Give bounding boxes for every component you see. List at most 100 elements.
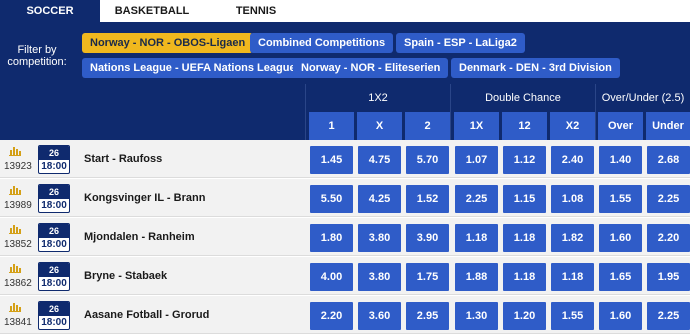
match-row: 13841 26 May 18:00 Aasane Fotball - Grorud 2… <box>0 296 690 334</box>
match-name[interactable]: Bryne - Stabaek <box>84 257 167 295</box>
odd-under-button[interactable]: 2.25 <box>647 185 690 213</box>
match-date: 26 May 18:00 <box>38 301 70 330</box>
odd-x-button[interactable]: 4.75 <box>358 146 401 174</box>
match-id: 13923 <box>4 161 32 172</box>
odd-under-button[interactable]: 2.20 <box>647 224 690 252</box>
odd-1x-button[interactable]: 1.07 <box>455 146 498 174</box>
odd-2-button[interactable]: 5.70 <box>406 146 449 174</box>
match-day: 26 May <box>39 263 69 289</box>
match-date: 26 May 18:00 <box>38 262 70 291</box>
filter-chip-obos-ligaen[interactable]: Norway - NOR - OBOS-Ligaen <box>82 33 254 53</box>
group-double-chance: Double Chance <box>485 92 561 104</box>
bar-chart-icon[interactable] <box>9 185 21 195</box>
odd-12-button[interactable]: 1.18 <box>503 263 546 291</box>
odd-1-button[interactable]: 1.80 <box>310 224 353 252</box>
odd-1x-button[interactable]: 1.30 <box>455 302 498 330</box>
filter-chip-denmark-3rd-division[interactable]: Denmark - DEN - 3rd Division <box>451 58 620 78</box>
filter-chip-combined-competitions[interactable]: Combined Competitions <box>250 33 394 53</box>
bar-chart-icon[interactable] <box>9 146 21 156</box>
odd-1x-button[interactable]: 2.25 <box>455 185 498 213</box>
match-time: 18:00 <box>41 278 67 289</box>
bar-chart-icon[interactable] <box>9 302 21 312</box>
odd-over-button[interactable]: 1.40 <box>599 146 642 174</box>
tab-basketball[interactable]: BASKETBALL <box>100 0 204 22</box>
odd-under-button[interactable]: 2.25 <box>647 302 690 330</box>
odd-2-button[interactable]: 1.75 <box>406 263 449 291</box>
column-header-x: X <box>357 112 402 140</box>
match-day: 26 May <box>39 302 69 328</box>
odd-x-button[interactable]: 4.25 <box>358 185 401 213</box>
odd-over-button[interactable]: 1.60 <box>599 224 642 252</box>
odd-over-button[interactable]: 1.60 <box>599 302 642 330</box>
bar-chart-icon[interactable] <box>9 263 21 273</box>
odd-12-button[interactable]: 1.12 <box>503 146 546 174</box>
odd-over-button[interactable]: 1.55 <box>599 185 642 213</box>
tab-tennis[interactable]: TENNIS <box>204 0 308 22</box>
match-date: 26 May 18:00 <box>38 184 70 213</box>
odd-1x-button[interactable]: 1.18 <box>455 224 498 252</box>
filter-chip-laliga2[interactable]: Spain - ESP - LaLiga2 <box>396 33 525 53</box>
match-date: 26 May 18:00 <box>38 145 70 174</box>
filter-chip-eliteserien[interactable]: Norway - NOR - Eliteserien <box>293 58 449 78</box>
odd-1-button[interactable]: 1.45 <box>310 146 353 174</box>
odd-2-button[interactable]: 3.90 <box>406 224 449 252</box>
odd-over-button[interactable]: 1.65 <box>599 263 642 291</box>
column-header-1x: 1X <box>454 112 499 140</box>
odd-x-button[interactable]: 3.80 <box>358 263 401 291</box>
odd-12-button[interactable]: 1.18 <box>503 224 546 252</box>
match-time: 18:00 <box>41 317 67 328</box>
match-id: 13841 <box>4 317 32 328</box>
match-id: 13989 <box>4 200 32 211</box>
odd-1-button[interactable]: 5.50 <box>310 185 353 213</box>
odd-under-button[interactable]: 1.95 <box>647 263 690 291</box>
odd-x-button[interactable]: 3.60 <box>358 302 401 330</box>
odd-x-button[interactable]: 3.80 <box>358 224 401 252</box>
match-name[interactable]: Start - Raufoss <box>84 140 162 178</box>
match-day: 26 May <box>39 146 69 172</box>
match-row: 13989 26 May 18:00 Kongsvinger IL - Brann 5.… <box>0 179 690 217</box>
match-time: 18:00 <box>41 239 67 250</box>
odd-x2-button[interactable]: 1.55 <box>551 302 594 330</box>
match-id: 13862 <box>4 278 32 289</box>
odd-1-button[interactable]: 4.00 <box>310 263 353 291</box>
tab-soccer[interactable]: SOCCER <box>0 0 100 22</box>
sport-tabs: SOCCER BASKETBALL TENNIS <box>0 0 690 22</box>
match-row: 13852 26 May 18:00 Mjondalen - Ranheim 1.80 3… <box>0 218 690 256</box>
odd-2-button[interactable]: 1.52 <box>406 185 449 213</box>
odd-1x-button[interactable]: 1.88 <box>455 263 498 291</box>
match-time: 18:00 <box>41 200 67 211</box>
header-divider <box>450 84 451 140</box>
column-header-under: Under <box>646 112 690 140</box>
bar-chart-icon[interactable] <box>9 224 21 234</box>
match-name[interactable]: Kongsvinger IL - Brann <box>84 179 205 217</box>
odd-x2-button[interactable]: 2.40 <box>551 146 594 174</box>
competition-filter: Filter by competition: Norway - NOR - OB… <box>0 22 690 84</box>
match-day: 26 May <box>39 224 69 250</box>
column-header-12: 12 <box>502 112 547 140</box>
odd-2-button[interactable]: 2.95 <box>406 302 449 330</box>
odd-x2-button[interactable]: 1.82 <box>551 224 594 252</box>
column-header-2: 2 <box>405 112 450 140</box>
filter-chip-nations-league[interactable]: Nations League - UEFA Nations League <box>82 58 304 78</box>
match-name[interactable]: Aasane Fotball - Grorud <box>84 296 209 334</box>
match-day: 26 May <box>39 185 69 211</box>
odd-12-button[interactable]: 1.20 <box>503 302 546 330</box>
odd-x2-button[interactable]: 1.08 <box>551 185 594 213</box>
column-header-1: 1 <box>309 112 354 140</box>
match-date: 26 May 18:00 <box>38 223 70 252</box>
filter-label: Filter by competition: <box>7 44 67 68</box>
odds-table-header: 1X2 Double Chance Over/Under (2.5) 1 X 2… <box>0 84 690 140</box>
header-divider <box>305 84 306 140</box>
group-over-under: Over/Under (2.5) <box>601 92 685 104</box>
odd-1-button[interactable]: 2.20 <box>310 302 353 330</box>
match-row: 13923 26 May 18:00 Start - Raufoss 1.45 4.75 5… <box>0 140 690 178</box>
group-1x2: 1X2 <box>368 92 388 104</box>
match-name[interactable]: Mjondalen - Ranheim <box>84 218 195 256</box>
match-id: 13852 <box>4 239 32 250</box>
match-time: 18:00 <box>41 161 67 172</box>
odd-12-button[interactable]: 1.15 <box>503 185 546 213</box>
odd-x2-button[interactable]: 1.18 <box>551 263 594 291</box>
header-divider <box>595 84 596 140</box>
odd-under-button[interactable]: 2.68 <box>647 146 690 174</box>
column-header-over: Over <box>598 112 643 140</box>
